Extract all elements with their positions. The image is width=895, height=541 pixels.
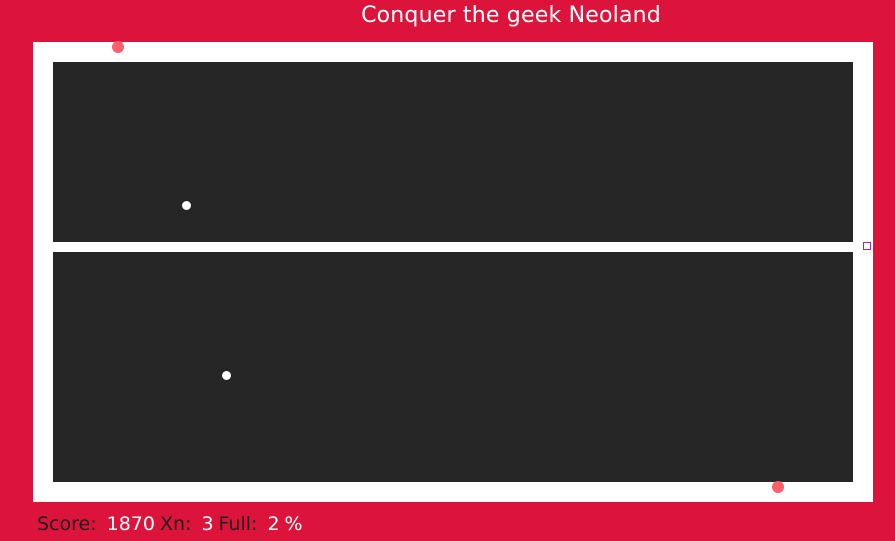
fill-value: 2 [267,513,280,535]
fill-label: Full: [218,513,258,535]
bouncing-ball [222,371,231,380]
border-enemy [112,41,124,53]
unclaimed-area-top [53,62,853,242]
game-title: Conquer the geek Neoland [361,3,661,28]
fill-unit: % [284,513,303,535]
status-bar: Score: 1870 Xn: 3 Full: 2% [37,511,303,537]
player-marker[interactable] [863,242,871,250]
lives-label: Xn: [159,513,192,535]
score-label: Score: [37,513,97,535]
lives-value: 3 [201,513,214,535]
unclaimed-area-bottom [53,252,853,482]
game-board[interactable] [33,42,873,502]
border-enemy [772,481,784,493]
score-value: 1870 [106,513,155,535]
bouncing-ball [182,201,191,210]
